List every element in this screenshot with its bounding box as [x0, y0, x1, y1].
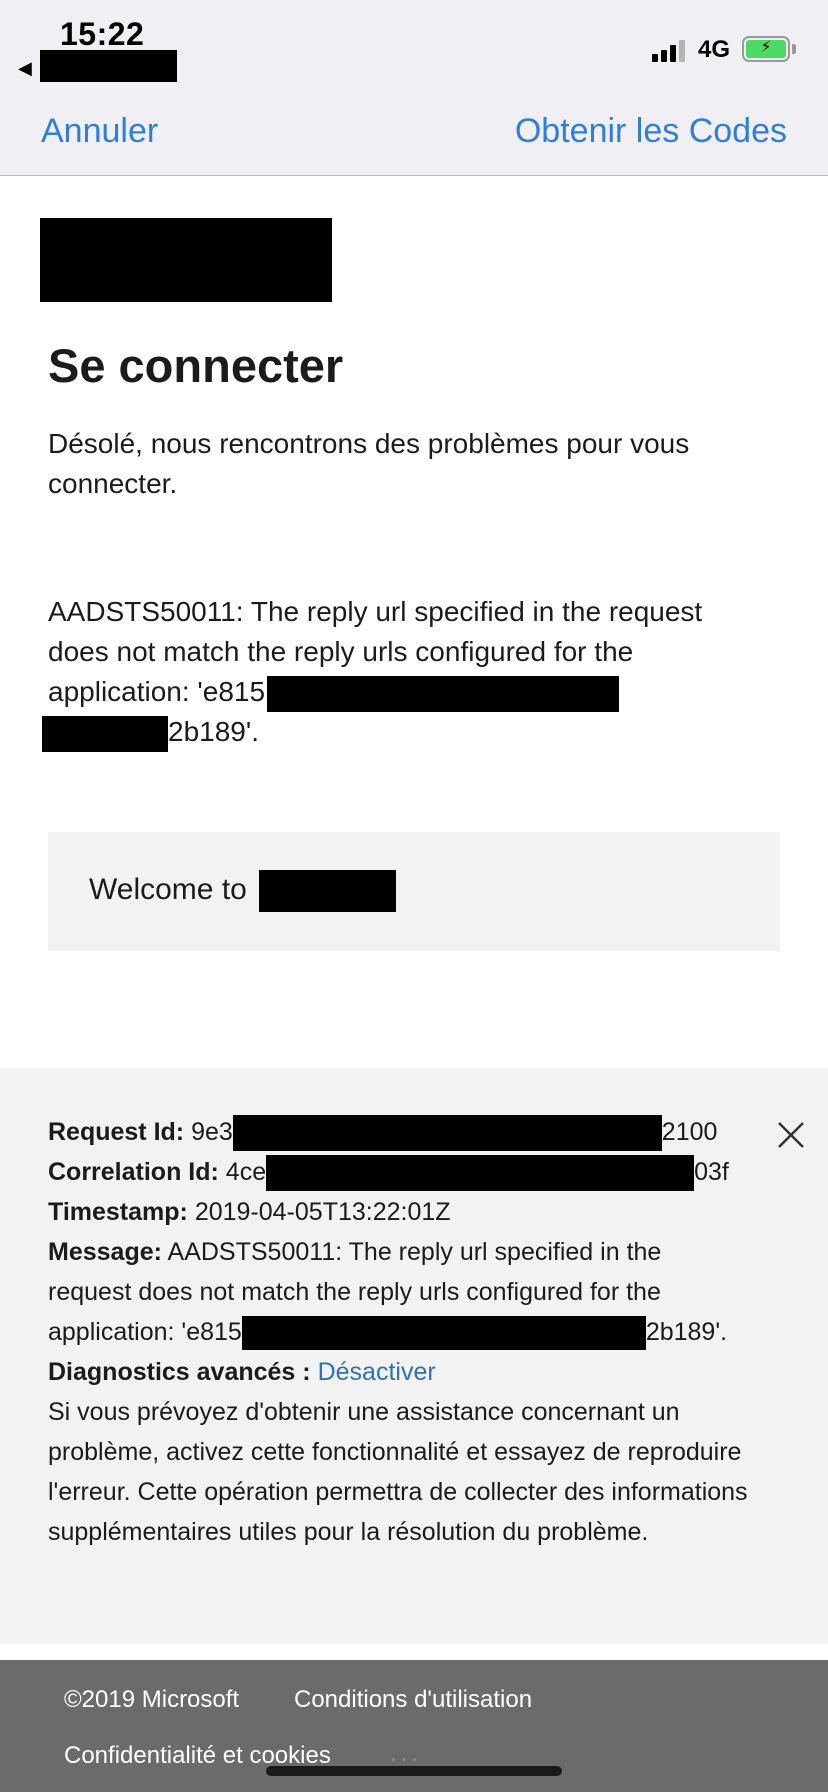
correlation-id-label: Correlation Id: — [48, 1158, 219, 1186]
timestamp-value: 2019-04-05T13:22:01Z — [194, 1198, 451, 1226]
welcome-label: Welcome to — [89, 872, 247, 906]
error-app-id-suffix: 2b189'. — [168, 716, 259, 747]
correlation-id-redacted — [266, 1155, 695, 1192]
message-app-id-redacted — [241, 1316, 646, 1351]
welcome-banner: Welcome to — [48, 832, 780, 951]
cellular-signal-icon — [652, 38, 688, 62]
request-id-prefix: 9e3 — [191, 1118, 233, 1146]
correlation-id-row: Correlation Id: 4ce 03f — [48, 1152, 788, 1192]
diagnostics-panel: Request Id: 9e3 2100 Correlation Id: 4ce 0… — [0, 1068, 828, 1644]
message-line: request does not match the reply urls co… — [48, 1278, 661, 1306]
more-options-icon[interactable]: ... — [390, 1740, 422, 1768]
app-id-redacted — [42, 715, 168, 752]
request-id-suffix: 2100 — [661, 1118, 718, 1146]
error-line: 2b189'. — [42, 712, 788, 752]
message-row: Message: AADSTS50011: The reply url spec… — [48, 1232, 788, 1272]
message-label: Message: — [48, 1238, 162, 1266]
advanced-diagnostics-row: Diagnostics avancés : Désactiver — [48, 1352, 788, 1392]
correlation-id-suffix: 03f — [694, 1158, 729, 1186]
app-id-redacted — [267, 675, 620, 712]
org-name-redacted — [259, 870, 397, 912]
get-codes-button[interactable]: Obtenir les Codes — [515, 112, 787, 151]
disable-diagnostics-link[interactable]: Désactiver — [318, 1358, 436, 1386]
error-description: Désolé, nous rencontrons des problèmes p… — [48, 428, 690, 499]
request-id-row: Request Id: 9e3 2100 — [48, 1112, 788, 1152]
error-message: AADSTS50011: The reply url specified in … — [42, 592, 788, 752]
error-line: does not match the reply urls configured… — [48, 636, 634, 667]
battery-cap — [792, 44, 796, 54]
message-text: AADSTS50011: The reply url specified in … — [167, 1238, 662, 1266]
error-app-id-prefix: application: 'e815 — [48, 676, 266, 707]
status-time: 15:22 — [60, 16, 145, 52]
correlation-id-prefix: 4ce — [225, 1158, 267, 1186]
back-app-name-redacted[interactable] — [40, 50, 177, 82]
message-app-id-suffix: 2b189'. — [645, 1318, 728, 1346]
home-indicator[interactable] — [266, 1766, 562, 1776]
cancel-button[interactable]: Annuler — [41, 112, 158, 151]
error-line: application: 'e815 — [48, 672, 788, 712]
message-app-id-prefix: application: 'e815 — [48, 1318, 242, 1346]
page-title: Se connecter — [48, 339, 344, 392]
network-type: 4G — [698, 36, 731, 63]
organization-logo-redacted — [40, 218, 332, 302]
timestamp-label: Timestamp: — [48, 1198, 188, 1226]
nav-bar: Annuler Obtenir les Codes — [0, 84, 828, 176]
advanced-diagnostics-label: Diagnostics avancés : — [48, 1358, 311, 1386]
copyright-text: ©2019 Microsoft — [64, 1686, 240, 1713]
terms-link[interactable]: Conditions d'utilisation — [294, 1686, 532, 1714]
request-id-redacted — [232, 1115, 662, 1152]
status-bar: 15:22 ◀ 4G ⚡ — [0, 0, 828, 84]
back-to-app-icon[interactable]: ◀ — [18, 58, 32, 79]
battery-charging-icon: ⚡ — [742, 36, 790, 62]
diagnostics-details: Request Id: 9e3 2100 Correlation Id: 4ce 0… — [48, 1112, 788, 1552]
error-line: AADSTS50011: The reply url specified in … — [48, 596, 703, 627]
diagnostics-help-text: Si vous prévoyez d'obtenir une assistanc… — [48, 1398, 748, 1546]
request-id-label: Request Id: — [48, 1118, 185, 1146]
timestamp-row: Timestamp: 2019-04-05T13:22:01Z — [48, 1192, 788, 1232]
welcome-text: Welcome to — [89, 870, 397, 912]
message-line: application: 'e815 2b189'. — [48, 1312, 788, 1352]
